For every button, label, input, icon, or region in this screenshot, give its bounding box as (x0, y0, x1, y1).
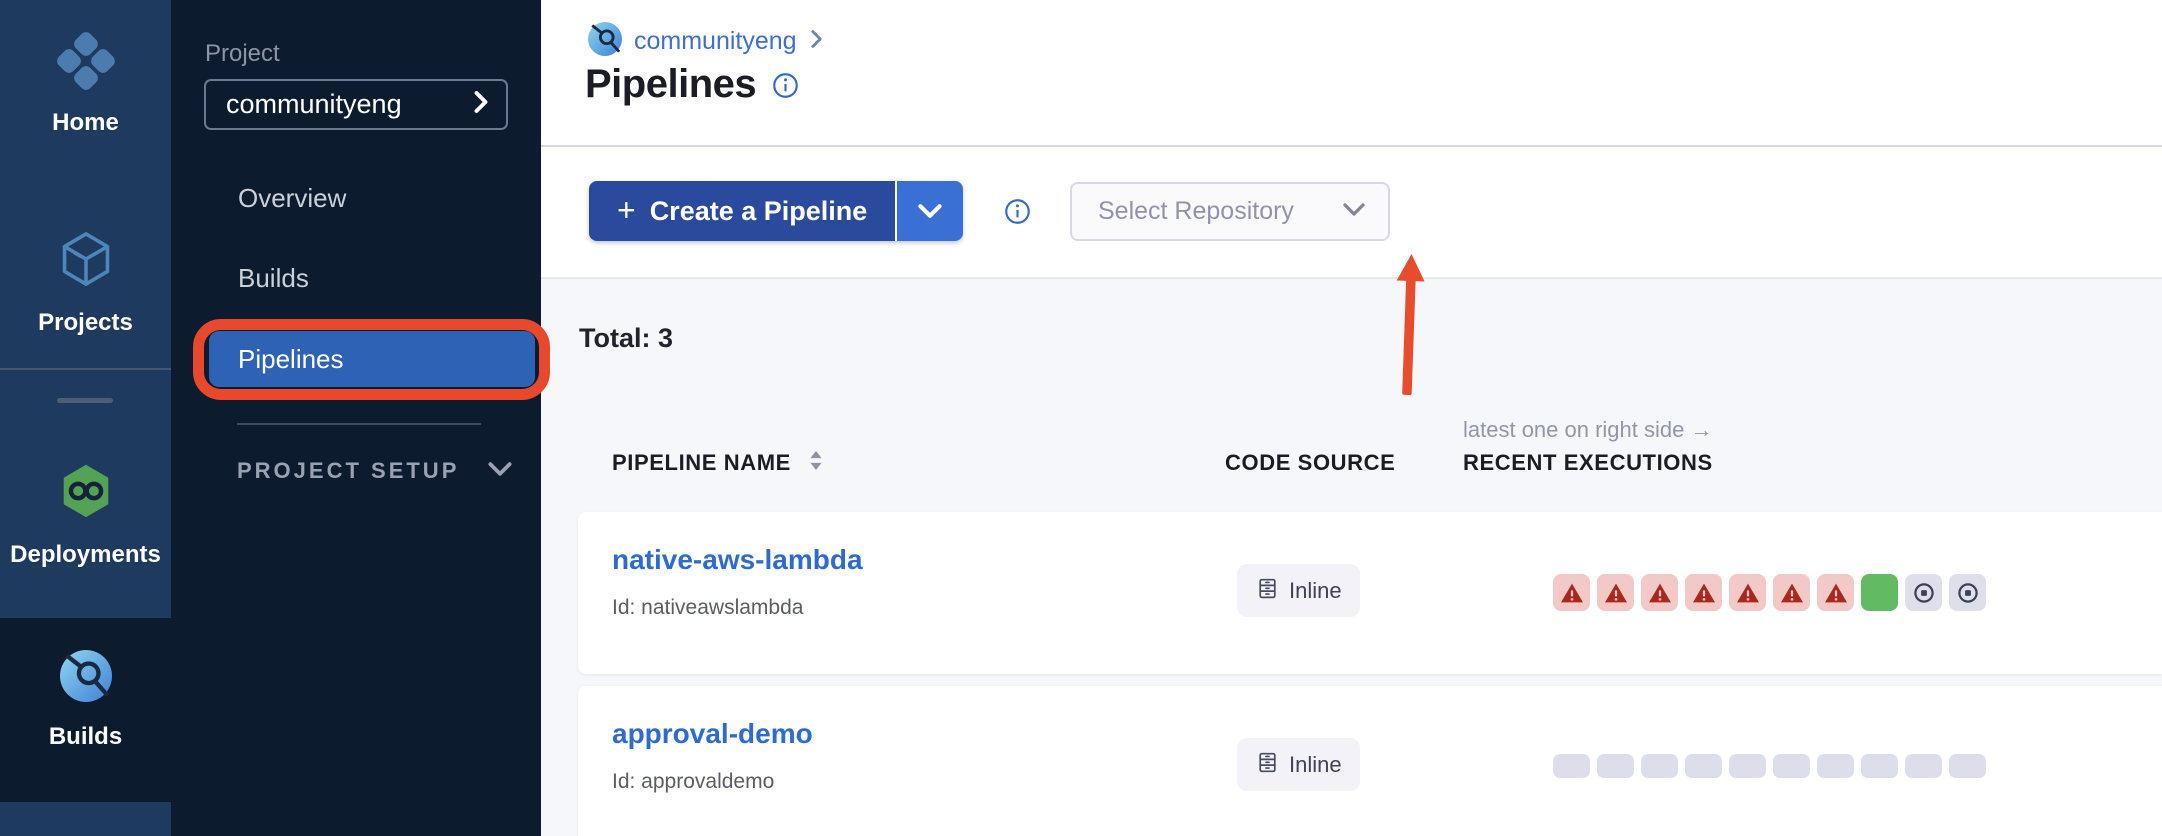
chevron-right-icon (472, 90, 490, 119)
code-source-label: Inline (1289, 578, 1342, 604)
repository-select[interactable]: Select Repository (1070, 182, 1390, 241)
chevron-down-icon (1342, 202, 1366, 222)
panel-nav-pipelines[interactable]: Pipelines (209, 331, 535, 387)
inline-store-icon (1255, 575, 1280, 607)
pipeline-id: Id: nativeawslambda (612, 596, 803, 620)
rail-divider (0, 368, 171, 370)
pipelines-page: Home Projects (0, 0, 2162, 836)
projects-cube-icon (57, 228, 115, 295)
execution-empty-slot (1597, 754, 1634, 778)
execution-failed-icon[interactable] (1553, 574, 1590, 611)
panel-divider (237, 423, 481, 425)
code-source-label: Inline (1289, 752, 1342, 778)
execution-failed-icon[interactable] (1685, 574, 1722, 611)
recent-executions (1553, 748, 1986, 778)
toolbar: + Create a Pipeline Select Repository (541, 147, 2162, 279)
breadcrumb-project-link[interactable]: communityeng (634, 27, 797, 56)
execution-failed-icon[interactable] (1817, 574, 1854, 611)
chevron-down-icon (917, 203, 943, 219)
execution-failed-icon[interactable] (1729, 574, 1766, 611)
pipeline-id: Id: approvaldemo (612, 770, 774, 794)
rail-item-projects[interactable]: Projects (0, 228, 171, 337)
execution-failed-icon[interactable] (1641, 574, 1678, 611)
rail-label-deployments: Deployments (10, 541, 161, 569)
executions-hint: latest one on right side → (1463, 417, 1712, 443)
execution-failed-icon[interactable] (1597, 574, 1634, 611)
project-ci-icon (588, 22, 622, 61)
recent-executions (1553, 574, 1986, 611)
home-icon (55, 30, 117, 97)
rail-item-deployments[interactable]: Deployments (0, 462, 171, 569)
execution-empty-slot (1949, 754, 1986, 778)
pipeline-name-link[interactable]: approval-demo (612, 718, 813, 750)
page-title: Pipelines (585, 62, 756, 107)
breadcrumb: communityeng (588, 22, 824, 61)
project-setup-toggle[interactable]: PROJECT SETUP (237, 458, 513, 484)
inline-store-icon (1255, 749, 1280, 781)
nav-rail: Home Projects (0, 0, 171, 836)
create-pipeline-button[interactable]: + Create a Pipeline (589, 181, 963, 241)
project-selector-value: communityeng (226, 89, 402, 120)
pipeline-name-link[interactable]: native-aws-lambda (612, 544, 863, 576)
pipeline-row[interactable]: native-aws-lambda Id: nativeawslambda In… (578, 512, 2162, 674)
recent-executions-header-label: RECENT EXECUTIONS (1463, 450, 1713, 476)
sort-icon[interactable] (809, 450, 823, 476)
project-setup-label: PROJECT SETUP (237, 458, 459, 484)
project-selector[interactable]: communityeng (204, 79, 508, 130)
breadcrumb-chevron-icon (809, 28, 824, 55)
title-row: Pipelines (585, 62, 799, 107)
create-pipeline-label: Create a Pipeline (650, 196, 868, 227)
project-section-label: Project (205, 40, 280, 68)
plus-icon: + (617, 194, 636, 226)
pipeline-name-header-label: PIPELINE NAME (612, 450, 791, 476)
column-header-pipeline-name[interactable]: PIPELINE NAME (612, 450, 823, 476)
rail-label-home: Home (52, 109, 119, 137)
total-count: Total: 3 (579, 323, 673, 354)
rail-collapse-handle[interactable] (57, 398, 113, 403)
create-info-icon[interactable] (1004, 198, 1031, 225)
create-pipeline-main[interactable]: + Create a Pipeline (589, 181, 895, 241)
title-info-icon[interactable] (772, 72, 799, 104)
pipeline-rows: native-aws-lambda Id: nativeawslambda In… (578, 512, 2162, 836)
column-header-recent-executions: RECENT EXECUTIONS (1463, 450, 1713, 476)
create-pipeline-caret[interactable] (897, 181, 963, 241)
code-source-badge: Inline (1237, 738, 1360, 791)
execution-empty-slot (1685, 754, 1722, 778)
execution-empty-slot (1817, 754, 1854, 778)
rail-label-builds: Builds (49, 723, 122, 751)
execution-empty-slot (1773, 754, 1810, 778)
column-header-code-source: CODE SOURCE (1225, 450, 1395, 476)
project-panel: Project communityeng Overview Builds Pip… (171, 0, 541, 836)
code-source-header-label: CODE SOURCE (1225, 450, 1395, 476)
execution-empty-slot (1641, 754, 1678, 778)
builds-ci-icon (60, 650, 112, 707)
execution-aborted-icon[interactable] (1905, 574, 1942, 611)
main-area: communityeng Pipelines + Create a Pipeli… (541, 0, 2162, 836)
execution-empty-slot (1553, 754, 1590, 778)
chevron-down-icon (487, 461, 513, 482)
panel-nav-builds[interactable]: Builds (238, 263, 309, 294)
code-source-badge: Inline (1237, 564, 1360, 617)
pipelines-content: Total: 3 PIPELINE NAME CODE SOURCE lates… (541, 279, 2162, 836)
pipeline-row[interactable]: approval-demo Id: approvaldemo Inline (578, 686, 2162, 836)
rail-label-projects: Projects (38, 309, 133, 337)
execution-empty-slot (1861, 754, 1898, 778)
execution-success-icon[interactable] (1861, 574, 1898, 611)
execution-failed-icon[interactable] (1773, 574, 1810, 611)
execution-empty-slot (1905, 754, 1942, 778)
repository-select-placeholder: Select Repository (1098, 197, 1294, 226)
panel-nav-overview[interactable]: Overview (238, 183, 346, 214)
rail-item-home[interactable]: Home (0, 30, 171, 137)
rail-item-builds[interactable]: Builds (0, 650, 171, 751)
execution-empty-slot (1729, 754, 1766, 778)
deployments-hexagon-icon (58, 462, 114, 525)
execution-aborted-icon[interactable] (1949, 574, 1986, 611)
